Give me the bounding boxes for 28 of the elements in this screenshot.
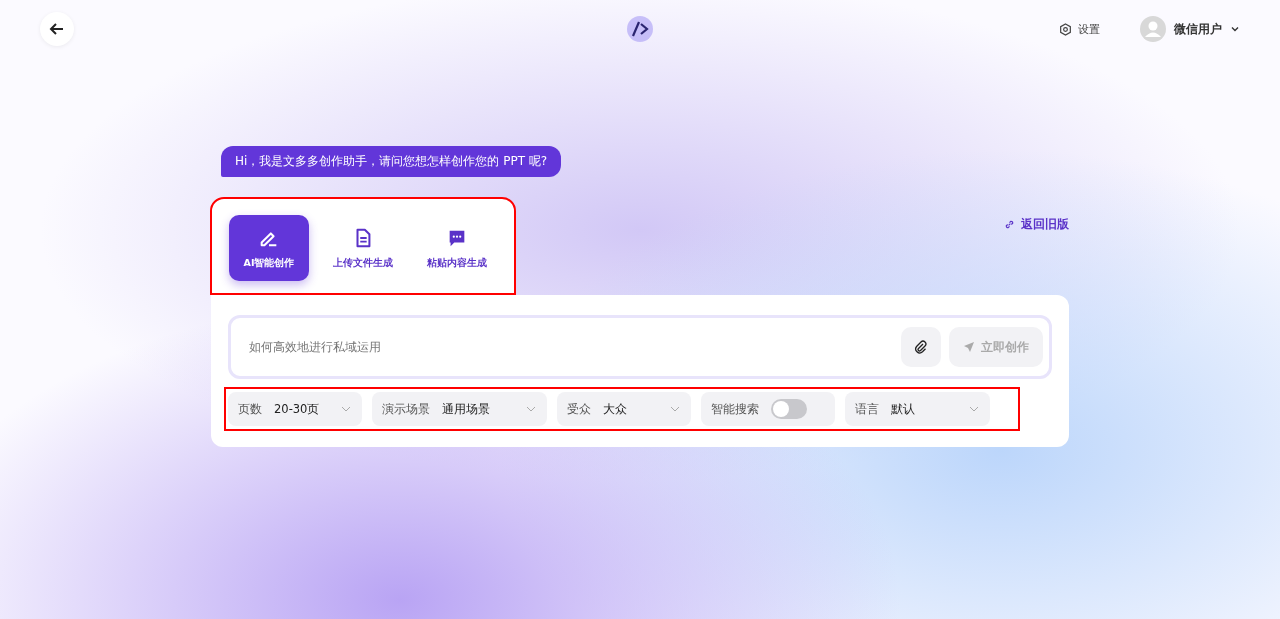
option-value: 大众: [603, 401, 628, 417]
link-icon: [1004, 219, 1015, 230]
logo-icon: [624, 14, 656, 44]
paperclip-icon: [914, 340, 928, 354]
option-value: 默认: [890, 401, 915, 417]
mode-tab[interactable]: AI智能创作: [229, 215, 309, 281]
option-label: 受众: [567, 401, 592, 417]
chevron-down-icon[interactable]: [1230, 24, 1240, 34]
send-icon: [963, 341, 975, 353]
toggle-switch[interactable]: [771, 399, 807, 419]
settings-button[interactable]: 设置: [1053, 20, 1106, 38]
attach-button[interactable]: [901, 327, 941, 367]
option-label: 页数: [238, 401, 262, 417]
option-label: 智能搜索: [711, 401, 759, 417]
option-select[interactable]: 受众 大众: [557, 392, 691, 426]
option-select[interactable]: 页数 20-30页: [228, 392, 362, 426]
greeting-bubble: Hi，我是文多多创作助手，请问您想怎样创作您的 PPT 呢?: [221, 146, 562, 177]
back-button[interactable]: [40, 12, 74, 46]
option-value: 20-30页: [274, 401, 320, 417]
option-label: 演示场景: [381, 401, 430, 417]
option-select[interactable]: 语言 默认: [844, 392, 990, 426]
user-name[interactable]: 微信用户: [1174, 20, 1222, 38]
settings-icon: [1059, 22, 1072, 36]
option-label: 语言: [854, 401, 879, 417]
back-arrow-icon: [49, 21, 65, 37]
old-version-link[interactable]: 返回旧版: [1004, 216, 1069, 233]
option-select[interactable]: 演示场景 通用场景: [371, 392, 548, 426]
option-value: 通用场景: [441, 401, 490, 417]
